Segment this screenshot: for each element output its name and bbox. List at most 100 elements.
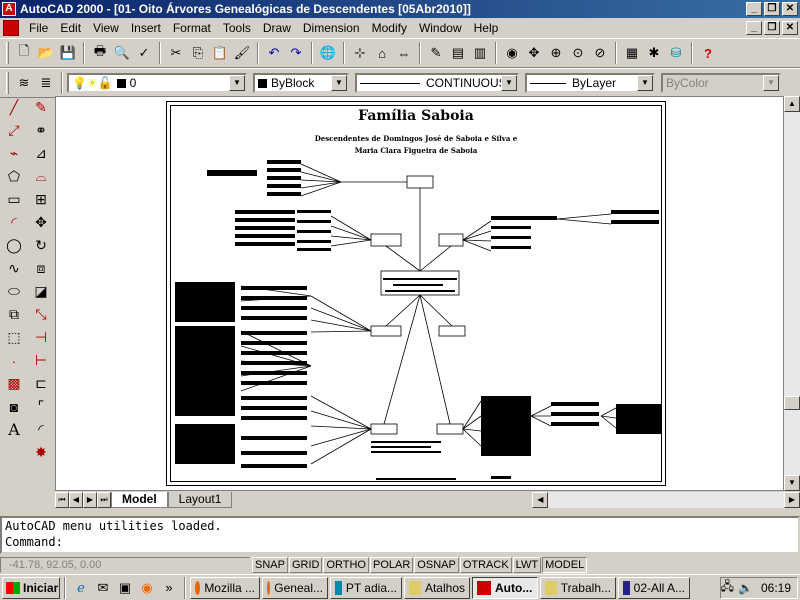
taskbar-button[interactable]: Atalhos [404,576,470,599]
array-icon[interactable]: ⊞ [29,188,53,211]
taskbar-button[interactable]: Trabalh... [540,576,616,599]
minimize-button[interactable]: _ [746,2,762,16]
scroll-right-icon[interactable]: ▶ [784,491,800,508]
chevron-down-icon[interactable]: ▼ [331,75,347,91]
outlook-icon[interactable]: ✉ [94,579,112,597]
spell-check-icon[interactable]: ✓ [133,42,155,64]
point-icon[interactable]: · [2,349,26,372]
extend-icon[interactable]: ⊢ [29,349,53,372]
chevron-down-icon[interactable]: ▼ [637,75,653,91]
tab-next-icon[interactable]: ▶ [83,491,97,508]
scroll-left-icon[interactable]: ◀ [532,491,549,508]
chamfer-icon[interactable]: ⌜ [29,395,53,418]
doc-minimize-button[interactable]: _ [746,21,762,35]
menu-view[interactable]: View [87,21,125,35]
layers-icon[interactable]: ≋ [13,72,35,94]
zoom-previous-icon[interactable]: ⊘ [589,42,611,64]
command-prompt[interactable]: Command: [2,534,798,550]
properties-icon[interactable]: ▦ [621,42,643,64]
lineweight-select[interactable]: ByLayer ▼ [525,73,655,93]
ellipse-icon[interactable]: ⬭ [2,280,26,303]
stretch-icon[interactable]: ◪ [29,280,53,303]
close-button[interactable]: ✕ [782,2,798,16]
taskbar-button-active[interactable]: Auto... [472,576,538,599]
region-icon[interactable]: ◙ [2,395,26,418]
coordinates-display[interactable]: -41.78, 92.05, 0.00 [0,557,250,573]
rectangle-icon[interactable]: ▭ [2,188,26,211]
offset-icon[interactable]: ⌓ [29,165,53,188]
tab-prev-icon[interactable]: ◀ [69,491,83,508]
hatch-icon[interactable]: ▩ [2,372,26,395]
start-button[interactable]: Iniciar [2,576,60,599]
redo-icon[interactable]: ↷ [285,42,307,64]
explode-icon[interactable]: ✸ [29,441,53,464]
insert-block-icon[interactable]: ⧉ [2,303,26,326]
horizontal-scrollbar[interactable]: ◀ ▶ [532,491,800,508]
model-space-toggle[interactable]: MODEL [542,557,588,573]
erase-icon[interactable]: ✎ [29,96,53,119]
drawing-canvas[interactable]: Família Saboia Descendentes de Domingos … [55,96,784,491]
toolbar-grip[interactable] [6,42,9,64]
spline-icon[interactable]: ∿ [2,257,26,280]
polyline-icon[interactable]: ⌁ [2,142,26,165]
taskbar-button[interactable]: Geneal... [262,576,328,599]
tab-first-icon[interactable]: ⏮ [55,491,69,508]
autocad-app-icon[interactable]: A [2,2,16,16]
make-current-layer-icon[interactable]: ≣ [35,72,57,94]
print-preview-icon[interactable]: 🔍 [111,42,133,64]
open-icon[interactable]: 📂 [35,42,57,64]
toolbar-grip[interactable] [6,72,9,94]
menu-edit[interactable]: Edit [54,21,87,35]
zoom-realtime-icon[interactable]: ⊕ [545,42,567,64]
mirror-icon[interactable]: ⊿ [29,142,53,165]
menu-window[interactable]: Window [413,21,468,35]
database-icon[interactable]: ⛁ [665,42,687,64]
chevron-down-icon[interactable]: ▼ [229,75,245,91]
taskbar-button[interactable]: PT adia... [330,576,402,599]
layer-select[interactable]: 💡 ☀ 🔓 0 ▼ [67,73,247,93]
chevron-down-icon[interactable]: ▼ [501,75,517,91]
firefox-icon[interactable]: ◉ [138,579,156,597]
zoom-window-icon[interactable]: ⊙ [567,42,589,64]
match-properties-icon[interactable]: 🖌 [231,42,253,64]
copy-icon[interactable]: ⎘ [187,42,209,64]
restore-button[interactable]: ❐ [764,2,780,16]
taskbar-button[interactable]: 02-All A... [618,576,690,599]
help-icon[interactable]: ? [697,42,719,64]
trim-icon[interactable]: ⊣ [29,326,53,349]
break-icon[interactable]: ⊏ [29,372,53,395]
tab-last-icon[interactable]: ⏭ [97,491,111,508]
osnap-toggle[interactable]: OSNAP [414,557,459,573]
document-icon[interactable] [3,20,19,36]
fillet-icon[interactable]: ◜ [29,418,53,441]
inquiry-icon[interactable]: ⇔ [393,42,415,64]
pan-icon[interactable]: ✥ [523,42,545,64]
volume-icon[interactable]: 🔈 [738,581,753,595]
grid-toggle[interactable]: GRID [288,557,323,573]
named-views-icon[interactable]: ▤ [447,42,469,64]
taskbar-button[interactable]: Mozilla ... [190,576,260,599]
polygon-icon[interactable]: ⬠ [2,165,26,188]
lwt-toggle[interactable]: LWT [512,557,542,573]
construction-line-icon[interactable]: ⤢ [2,119,26,142]
line-icon[interactable]: ╱ [2,96,26,119]
network-icon[interactable]: 🖧 [721,577,734,598]
linetype-select[interactable]: CONTINUOUS ▼ [355,73,519,93]
undo-icon[interactable]: ↶ [263,42,285,64]
arc-icon[interactable]: ◜ [2,211,26,234]
color-select[interactable]: ByBlock ▼ [253,73,349,93]
scroll-down-icon[interactable]: ▼ [784,475,800,491]
tab-model[interactable]: Model [111,491,168,508]
ortho-toggle[interactable]: ORTHO [323,557,369,573]
menu-help[interactable]: Help [468,21,505,35]
menu-draw[interactable]: Draw [257,21,297,35]
menu-dimension[interactable]: Dimension [297,21,366,35]
menu-file[interactable]: File [23,21,54,35]
web-icon[interactable]: 🌐 [317,42,339,64]
redraw-icon[interactable]: ✎ [425,42,447,64]
multiline-text-icon[interactable]: A [2,418,26,441]
scroll-up-icon[interactable]: ▲ [784,96,800,112]
save-icon[interactable]: 💾 [57,42,79,64]
copy-object-icon[interactable]: ⚭ [29,119,53,142]
more-icon[interactable]: » [160,579,178,597]
